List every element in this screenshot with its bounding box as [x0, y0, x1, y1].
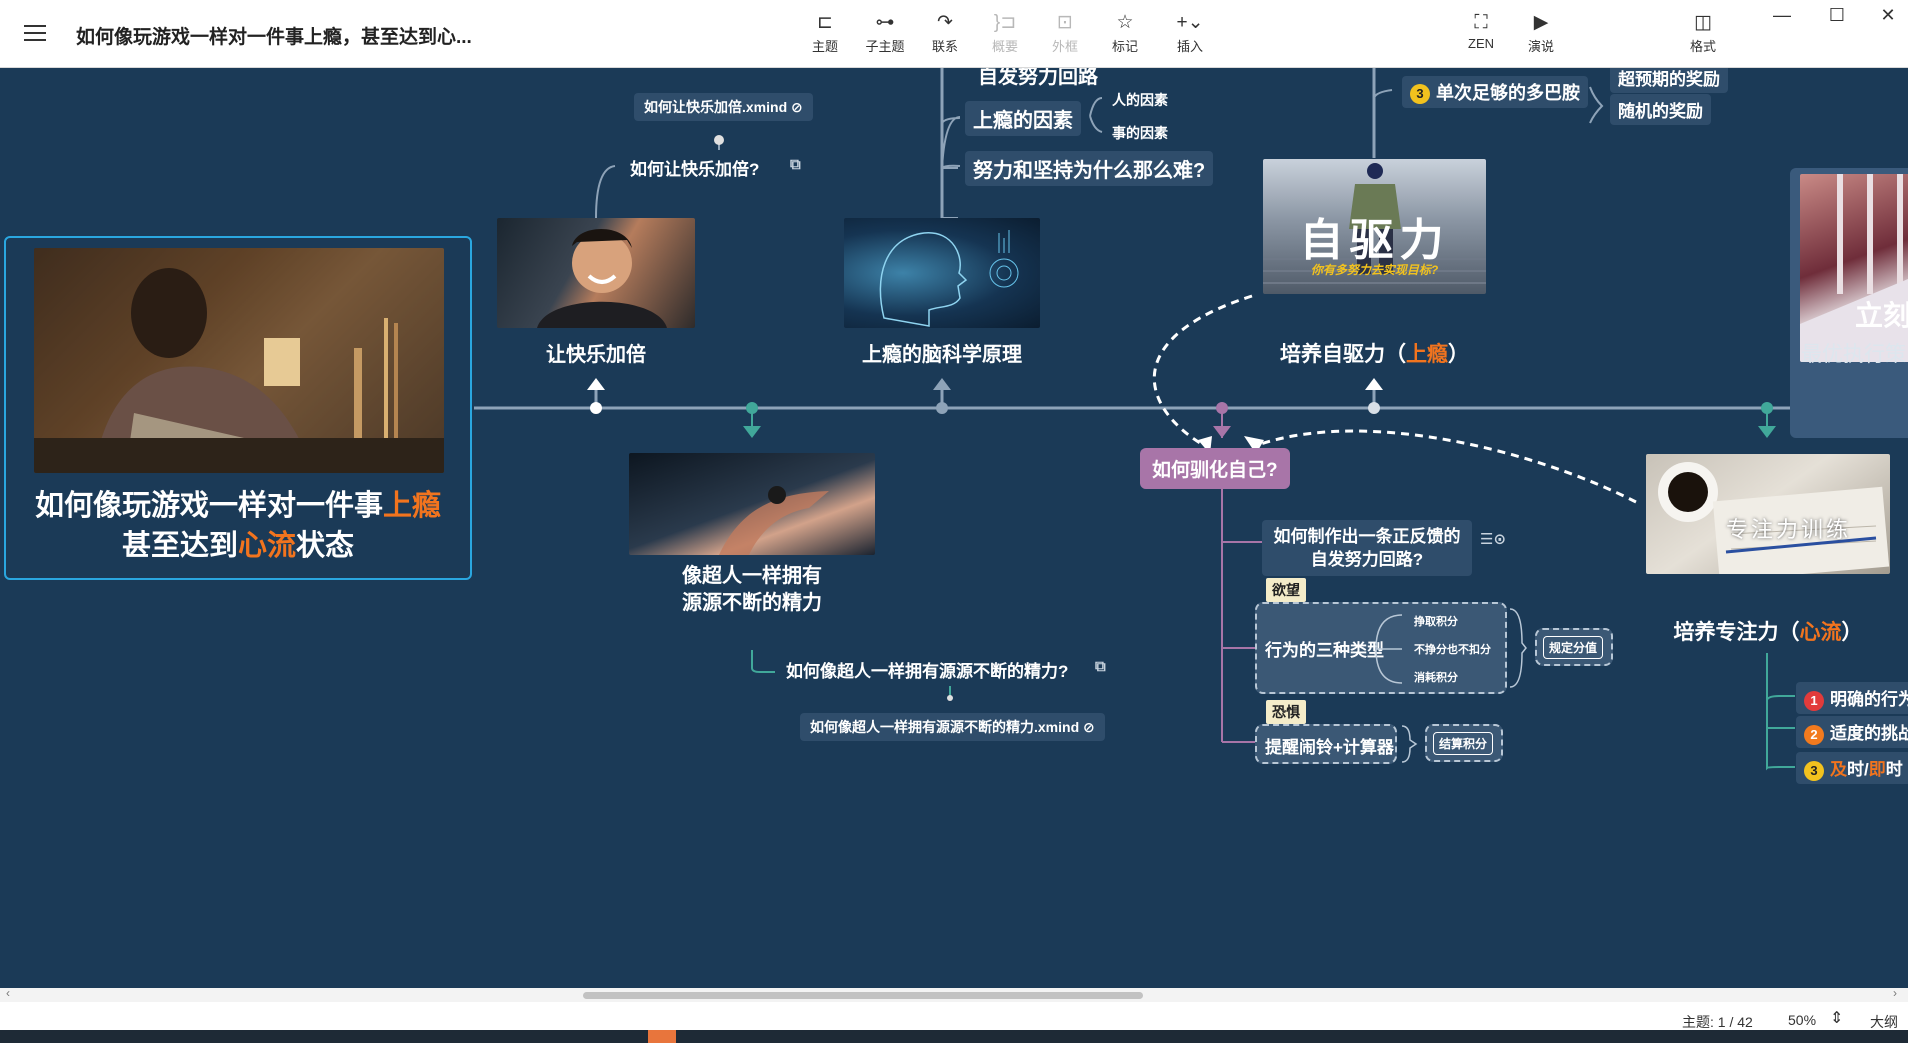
topic-happy-double[interactable]: 让快乐加倍	[497, 338, 695, 367]
topic-how-double-happy[interactable]: 如何让快乐加倍?	[630, 155, 759, 180]
present-icon: ▶	[1533, 12, 1549, 33]
topic-earn-points[interactable]: 挣取积分	[1414, 613, 1458, 629]
summary-brace	[1509, 608, 1527, 688]
number-1-icon: 1	[1804, 690, 1824, 711]
scroll-left-icon[interactable]: ‹	[6, 986, 10, 1000]
marker-button[interactable]: ☆ 标记	[1095, 10, 1155, 60]
topic-settle-points[interactable]: 结算积分	[1433, 732, 1494, 755]
relationship-button[interactable]: ↷ 联系	[915, 10, 975, 60]
topic-addiction-factors[interactable]: 上瘾的因素	[965, 101, 1081, 136]
status-bar: 主题: 1 / 42 50% ⇕ 大纲	[0, 1002, 1908, 1030]
insert-icon: +⌄	[1176, 12, 1204, 33]
minimize-button[interactable]: —	[1762, 2, 1802, 28]
topic-alarm-calculator[interactable]: 提醒闹铃+计算器	[1265, 733, 1394, 758]
os-taskbar	[0, 1030, 1908, 1043]
focus-image: 专注力训练	[1646, 454, 1890, 574]
format-button[interactable]: ◫ 格式	[1673, 10, 1733, 60]
format-icon: ◫	[1694, 12, 1712, 33]
boundary-icon: ⊡	[1057, 12, 1073, 33]
topic-spend-points[interactable]: 消耗积分	[1414, 669, 1458, 685]
topic-thing-factors[interactable]: 事的因素	[1112, 123, 1168, 143]
maximize-button[interactable]: ☐	[1817, 2, 1857, 28]
topic-unexpected-reward[interactable]: 超预期的奖励	[1610, 68, 1728, 93]
digital-head-illustration	[879, 230, 1019, 327]
summary-button[interactable]: }⊐ 概要	[975, 10, 1035, 60]
attachment-link[interactable]: 如何让快乐加倍.xmind ⊘	[634, 93, 813, 121]
topic-neutral-points[interactable]: 不挣分也不扣分	[1414, 641, 1491, 657]
link-icon[interactable]: ⧉	[1095, 658, 1106, 675]
drive-image: 自驱力 你有多努力去实现目标?	[1263, 159, 1486, 294]
menu-icon[interactable]	[24, 25, 46, 41]
number-3-icon: 3	[1804, 760, 1824, 781]
insert-button[interactable]: +⌄ 插入	[1160, 10, 1220, 60]
subtopic-button[interactable]: ⊶ 子主题	[855, 10, 915, 60]
brain-image	[844, 218, 1040, 328]
root-topic[interactable]: 如何像玩游戏一样对一件事上瘾 甚至达到心流状态	[4, 236, 472, 580]
topic-cultivate-focus[interactable]: 培养专注力（心流）	[1646, 616, 1890, 646]
summary-icon: }⊐	[993, 12, 1017, 33]
bracket-line	[1375, 614, 1403, 684]
present-button[interactable]: ▶ 演说	[1511, 10, 1571, 60]
label-desire: 欲望	[1266, 578, 1306, 602]
topic-clear-behavior[interactable]: 1 明确的行为	[1796, 682, 1908, 714]
taskbar-active-app-icon[interactable]	[648, 1030, 676, 1043]
topic-why-effort-hard[interactable]: 努力和坚持为什么那么难?	[965, 151, 1214, 186]
topic-self-effort-loop-partial[interactable]: 自发努力回路	[978, 68, 1098, 89]
exec-image: 立刻	[1800, 174, 1908, 362]
topic-cultivate-drive[interactable]: 培养自驱力（上瘾）	[1263, 338, 1486, 368]
woman-drawing-illustration	[34, 248, 444, 473]
topic-timely-feedback[interactable]: 3 及时/即时	[1796, 752, 1908, 784]
star-icon: ☆	[1116, 12, 1134, 33]
link-icon[interactable]: ⧉	[790, 156, 801, 173]
zen-icon: ⛶	[1474, 12, 1488, 33]
zoom-level[interactable]: 50%	[1788, 1012, 1816, 1028]
topic-button[interactable]: ⊏ 主题	[795, 10, 855, 60]
topic-count: 主题: 1 / 42	[1682, 1014, 1753, 1030]
subtopic-icon: ⊶	[875, 12, 895, 33]
outline-button[interactable]: 大纲	[1870, 1012, 1898, 1032]
attachment-icon: ⊘	[1083, 719, 1095, 735]
topic-superman-energy[interactable]: 像超人一样拥有 源源不断的精力	[629, 563, 875, 617]
topic-how-to-tame[interactable]: 如何驯化自己?	[1140, 448, 1290, 489]
document-title: 如何像玩游戏一样对一件事上瘾，甚至达到心...	[76, 27, 472, 48]
attachment-link[interactable]: 如何像超人一样拥有源源不断的精力.xmind ⊘	[800, 713, 1105, 741]
toolbar: 如何像玩游戏一样对一件事上瘾，甚至达到心... ⊏ 主题 ⊶ 子主题 ↷ 联系 …	[0, 0, 1908, 68]
attachment-icon: ⊘	[791, 99, 803, 115]
topic-random-reward[interactable]: 随机的奖励	[1610, 94, 1711, 125]
topic-behavior-types[interactable]: 行为的三种类型	[1265, 636, 1384, 661]
smiling-man-illustration	[537, 228, 667, 328]
topic-moderate-challenge[interactable]: 2 适度的挑战	[1796, 716, 1908, 748]
scrollbar-thumb[interactable]	[583, 992, 1143, 999]
flying-hero-illustration	[719, 486, 829, 555]
topic-people-factors[interactable]: 人的因素	[1112, 90, 1168, 110]
superman-image	[629, 453, 875, 555]
number-3-icon: 3	[1410, 84, 1430, 105]
relationship-icon: ↷	[937, 12, 953, 33]
topic-dopamine[interactable]: 3 单次足够的多巴胺	[1402, 76, 1588, 108]
label-fear: 恐惧	[1266, 700, 1306, 724]
xmind-window: 如何像玩游戏一样对一件事上瘾，甚至达到心... ⊏ 主题 ⊶ 子主题 ↷ 联系 …	[0, 0, 1908, 1043]
zen-button[interactable]: ⛶ ZEN	[1451, 10, 1511, 60]
close-button[interactable]: ✕	[1868, 2, 1908, 28]
number-2-icon: 2	[1804, 724, 1824, 745]
mindmap-canvas[interactable]: 如何像玩游戏一样对一件事上瘾 甚至达到心流状态 如何让快乐加倍.xmind ⊘ …	[0, 68, 1908, 988]
horizontal-scrollbar[interactable]: ‹ ›	[0, 986, 1908, 1002]
topic-how-superman-energy[interactable]: 如何像超人一样拥有源源不断的精力?	[786, 657, 1068, 682]
root-image	[34, 248, 444, 473]
note-icon[interactable]: ☰⊙	[1480, 530, 1506, 548]
topic-optimal-execution[interactable]: 最优执行策	[1801, 338, 1906, 368]
zoom-stepper-icon[interactable]: ⇕	[1830, 1008, 1843, 1028]
boundary-button[interactable]: ⊡ 外框	[1035, 10, 1095, 60]
summary-brace	[1401, 725, 1418, 763]
topic-brain-science[interactable]: 上瘾的脑科学原理	[844, 338, 1040, 367]
topic-set-score[interactable]: 规定分值	[1543, 636, 1604, 659]
scroll-right-icon[interactable]: ›	[1893, 986, 1897, 1000]
topic-icon: ⊏	[817, 12, 833, 33]
happy-image	[497, 218, 695, 328]
topic-feedback-loop[interactable]: 如何制作出一条正反馈的 自发努力回路?	[1262, 520, 1472, 576]
